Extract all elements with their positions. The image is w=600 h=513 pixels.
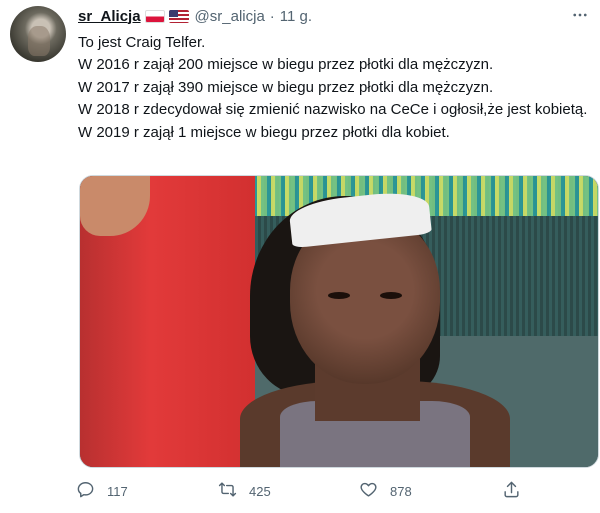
tweet-timestamp[interactable]: 11 g.: [280, 8, 312, 25]
more-icon[interactable]: [571, 6, 589, 29]
tweet-actions: 117 425 878: [76, 480, 596, 504]
heart-icon: [359, 480, 378, 502]
retweet-count: 425: [249, 483, 271, 499]
usa-flag-icon: [168, 9, 189, 23]
author-handle[interactable]: @sr_alicja: [195, 8, 265, 25]
reply-icon: [76, 480, 95, 502]
reply-button[interactable]: 117: [76, 480, 128, 502]
poland-flag-icon: [144, 9, 165, 23]
reply-count: 117: [107, 483, 128, 499]
like-count: 878: [390, 483, 412, 499]
share-icon: [502, 480, 521, 502]
tweet-text-line: To jest Craig Telfer.: [78, 34, 206, 51]
retweet-button[interactable]: 425: [218, 480, 271, 502]
avatar[interactable]: [10, 6, 66, 62]
tweet-text: To jest Craig Telfer. W 2016 r zajął 200…: [78, 32, 588, 144]
retweet-icon: [218, 480, 237, 502]
like-button[interactable]: 878: [359, 480, 412, 502]
tweet-text-line: W 2019 r zajął 1 miejsce w biegu przez p…: [78, 123, 450, 141]
tweet-image[interactable]: [79, 175, 599, 468]
share-button[interactable]: [502, 480, 521, 502]
tweet-text-line: W 2016 r zajął 200 miejsce w biegu przez…: [78, 56, 494, 74]
separator-dot: ·: [269, 7, 275, 25]
athlete-eye: [380, 292, 402, 299]
tweet-text-line: W 2018 r zdecydował się zmienić nazwisko…: [78, 101, 588, 119]
tweet-header: sr_Alicja @sr_alicja · 11 g.: [78, 6, 312, 26]
athlete-eye: [328, 292, 350, 299]
tweet-text-line: W 2017 r zajął 390 miejsce w biegu przez…: [78, 78, 494, 96]
author-name[interactable]: sr_Alicja: [78, 8, 141, 25]
tweet[interactable]: sr_Alicja @sr_alicja · 11 g. To jest Cra…: [0, 0, 600, 513]
